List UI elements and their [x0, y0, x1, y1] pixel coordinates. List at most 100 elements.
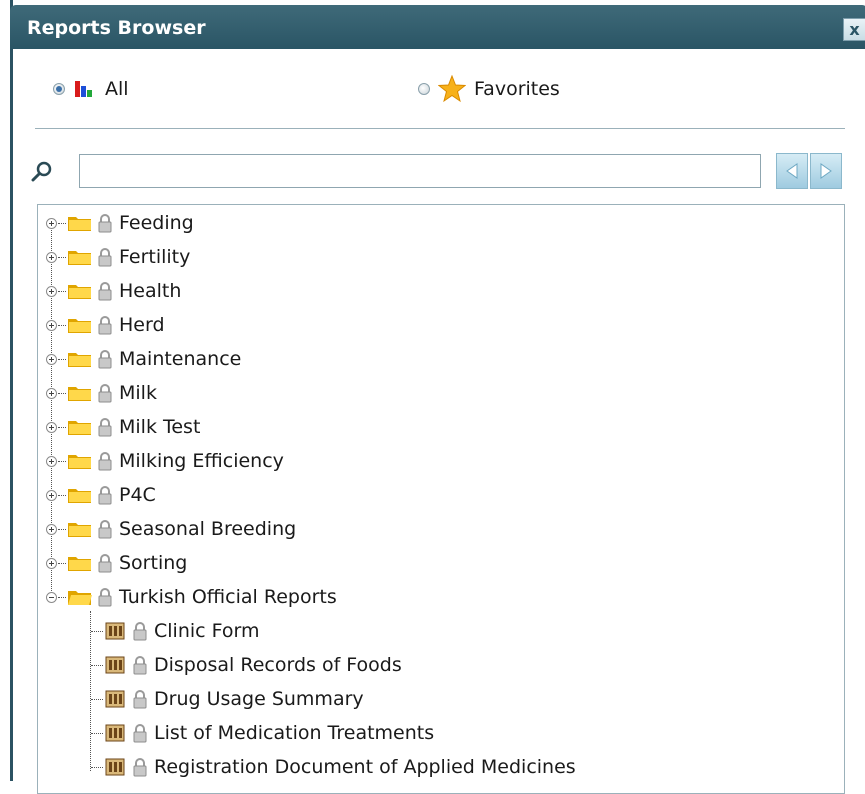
folder-label: Maintenance — [119, 348, 242, 370]
report-label: Registration Document of Applied Medicin… — [154, 756, 576, 778]
expand-icon[interactable] — [46, 455, 57, 467]
next-button[interactable] — [810, 153, 842, 189]
lock-icon — [98, 452, 112, 471]
expand-icon[interactable] — [46, 489, 57, 501]
report-label: Disposal Records of Foods — [154, 654, 402, 676]
folder-label: Milk — [119, 382, 157, 404]
folder-icon — [68, 421, 91, 435]
folder-icon — [68, 387, 91, 401]
tree-report-drug-usage-summary[interactable]: Drug Usage Summary — [90, 685, 364, 713]
expand-icon[interactable] — [46, 251, 57, 263]
folder-open-icon — [68, 591, 92, 605]
folder-label: Milk Test — [119, 416, 201, 438]
folder-label: Health — [119, 280, 182, 302]
folder-icon — [68, 217, 91, 231]
report-label: List of Medication Treatments — [154, 722, 435, 744]
arrow-right-icon — [820, 163, 832, 179]
expand-icon[interactable] — [46, 387, 57, 399]
favorites-label: Favorites — [474, 78, 560, 100]
tree-folder-seasonal-breeding[interactable]: Seasonal Breeding — [46, 515, 296, 543]
folder-icon — [68, 353, 91, 367]
folder-label: Seasonal Breeding — [119, 518, 297, 540]
star-icon — [438, 75, 466, 103]
expand-icon[interactable] — [46, 285, 57, 297]
filter-all-option[interactable]: All — [53, 74, 129, 104]
close-button[interactable]: x — [843, 18, 865, 41]
lock-icon — [98, 282, 112, 301]
tree-folder-fertility[interactable]: Fertility — [46, 243, 190, 271]
folder-label: Turkish Official Reports — [119, 586, 337, 608]
expand-icon[interactable] — [46, 353, 57, 365]
report-icon — [105, 690, 125, 708]
lock-icon — [98, 486, 112, 505]
folder-label: Sorting — [119, 552, 188, 574]
tree-folder-milking-efficiency[interactable]: Milking Efficiency — [46, 447, 284, 475]
folder-icon — [68, 557, 91, 571]
expand-icon[interactable] — [46, 557, 57, 569]
folder-icon — [68, 455, 91, 469]
reports-tree[interactable]: Feeding Fertility Health Herd Maintenanc… — [37, 204, 845, 794]
tree-folder-herd[interactable]: Herd — [46, 311, 165, 339]
tree-folder-milk-test[interactable]: Milk Test — [46, 413, 200, 441]
report-label: Clinic Form — [154, 620, 260, 642]
all-label: All — [105, 78, 129, 100]
lock-icon — [133, 724, 147, 743]
arrow-left-icon — [786, 163, 798, 179]
search-icon — [31, 161, 52, 182]
folder-label: Herd — [119, 314, 165, 336]
favorites-radio[interactable] — [418, 83, 430, 95]
divider — [35, 128, 845, 129]
title-bar[interactable]: Reports Browser x — [10, 5, 865, 49]
tree-report-medication-treatments[interactable]: List of Medication Treatments — [90, 719, 434, 747]
report-icon — [105, 656, 125, 674]
expand-icon[interactable] — [46, 421, 57, 433]
folder-icon — [68, 285, 91, 299]
filter-favorites-option[interactable]: Favorites — [418, 74, 560, 104]
tree-folder-turkish-official-reports[interactable]: Turkish Official Reports — [46, 583, 337, 611]
expand-icon[interactable] — [46, 319, 57, 331]
lock-icon — [133, 622, 147, 641]
lock-icon — [98, 554, 112, 573]
folder-icon — [68, 251, 91, 265]
lock-icon — [98, 214, 112, 233]
lock-icon — [98, 418, 112, 437]
window-title: Reports Browser — [27, 17, 206, 39]
folder-icon — [68, 489, 91, 503]
lock-icon — [98, 588, 112, 607]
folder-label: Milking Efficiency — [119, 450, 284, 472]
lock-icon — [98, 350, 112, 369]
all-radio[interactable] — [53, 83, 65, 95]
tree-folder-feeding[interactable]: Feeding — [46, 209, 194, 237]
folder-label: Feeding — [119, 212, 194, 234]
tree-folder-milk[interactable]: Milk — [46, 379, 157, 407]
report-label: Drug Usage Summary — [154, 688, 364, 710]
lock-icon — [98, 520, 112, 539]
tree-report-clinic-form[interactable]: Clinic Form — [90, 617, 260, 645]
collapse-icon[interactable] — [46, 591, 57, 603]
previous-button[interactable] — [776, 153, 808, 189]
expand-icon[interactable] — [46, 523, 57, 535]
folder-icon — [68, 319, 91, 333]
report-icon — [105, 622, 125, 640]
report-icon — [105, 758, 125, 776]
tree-folder-maintenance[interactable]: Maintenance — [46, 345, 241, 373]
reports-browser-window: Reports Browser x All Favorites Feeding … — [10, 0, 865, 794]
report-icon — [105, 724, 125, 742]
folder-label: Fertility — [119, 246, 191, 268]
search-input[interactable] — [79, 154, 761, 188]
folder-label: P4C — [119, 484, 156, 506]
expand-icon[interactable] — [46, 217, 57, 229]
tree-report-disposal-records[interactable]: Disposal Records of Foods — [90, 651, 402, 679]
lock-icon — [133, 758, 147, 777]
lock-icon — [133, 656, 147, 675]
lock-icon — [98, 248, 112, 267]
tree-report-registration-document[interactable]: Registration Document of Applied Medicin… — [90, 753, 576, 781]
tree-folder-health[interactable]: Health — [46, 277, 181, 305]
lock-icon — [98, 316, 112, 335]
tree-folder-sorting[interactable]: Sorting — [46, 549, 187, 577]
tree-folder-p4c[interactable]: P4C — [46, 481, 156, 509]
lock-icon — [98, 384, 112, 403]
folder-icon — [68, 523, 91, 537]
lock-icon — [133, 690, 147, 709]
close-icon: x — [849, 20, 860, 39]
